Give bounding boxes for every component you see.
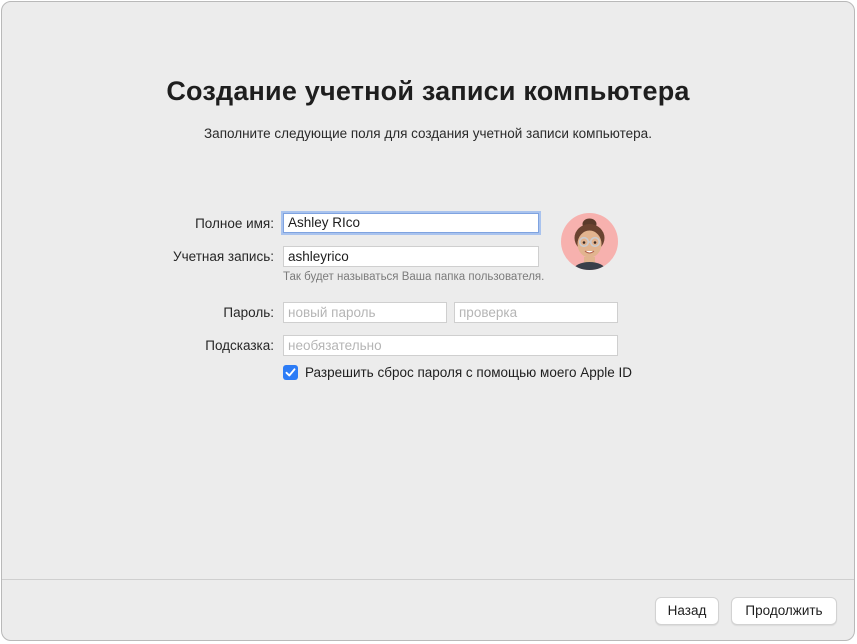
account-name-hint: Так будет называться Ваша папка пользова… <box>283 271 545 283</box>
checkmark-icon <box>285 368 296 377</box>
back-button[interactable]: Назад <box>655 597 719 625</box>
account-name-field[interactable]: ashleyrico <box>283 246 539 267</box>
password-verify-field[interactable]: проверка <box>454 302 618 323</box>
continue-button[interactable]: Продолжить <box>731 597 837 625</box>
password-hint-placeholder: необязательно <box>288 338 382 353</box>
setup-window: Создание учетной записи компьютера Запол… <box>1 1 855 641</box>
full-name-field[interactable]: Ashley RIco <box>283 213 539 233</box>
page-title: Создание учетной записи компьютера <box>166 76 690 106</box>
account-name-label: Учетная запись: <box>173 249 274 264</box>
password-label: Пароль: <box>223 305 274 320</box>
footer-divider <box>2 579 854 580</box>
password-verify-placeholder: проверка <box>459 305 518 320</box>
password-field[interactable]: новый пароль <box>283 302 447 323</box>
page-subtitle: Заполните следующие поля для создания уч… <box>204 126 652 141</box>
full-name-label: Полное имя: <box>195 216 274 231</box>
password-hint-label: Подсказка: <box>205 338 274 353</box>
password-hint-field[interactable]: необязательно <box>283 335 618 356</box>
allow-reset-checkbox[interactable] <box>283 365 298 380</box>
memoji-avatar-graphic <box>573 218 606 270</box>
memoji-avatar-icon[interactable] <box>561 213 618 270</box>
allow-reset-label[interactable]: Разрешить сброс пароля с помощью моего A… <box>305 365 632 380</box>
password-placeholder: новый пароль <box>288 305 376 320</box>
